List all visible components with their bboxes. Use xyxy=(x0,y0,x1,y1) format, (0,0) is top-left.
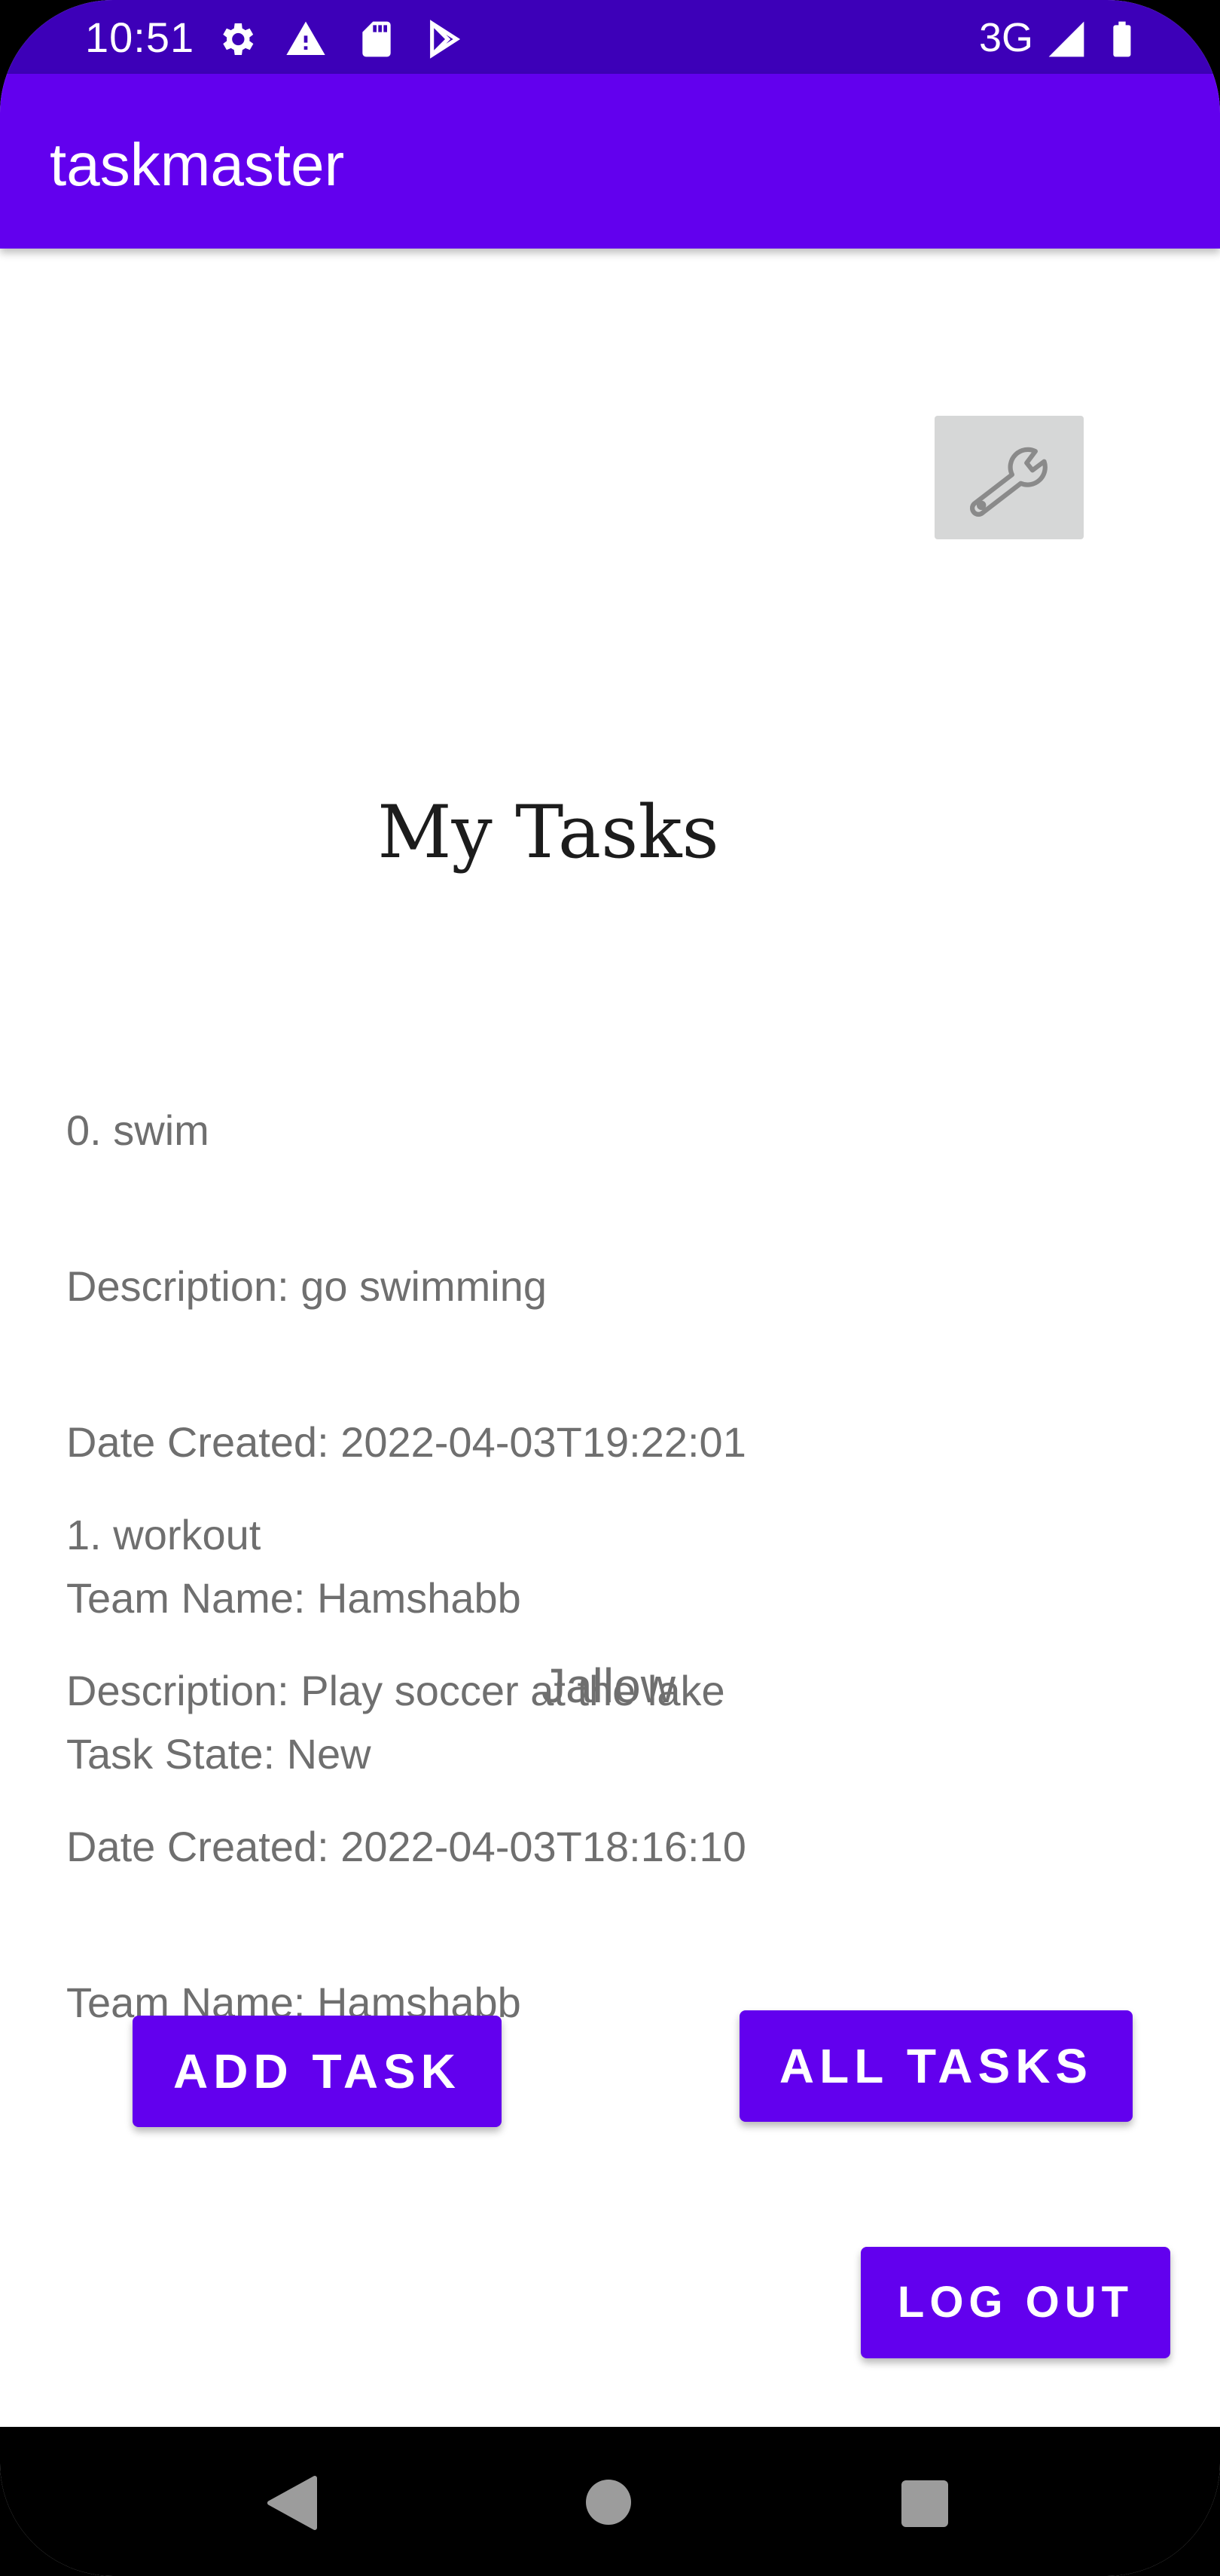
network-type: 3G xyxy=(979,15,1034,60)
settings-button[interactable] xyxy=(935,416,1084,539)
task-footer-text: Jallow xyxy=(541,1659,676,1713)
app-screen: 10:51 3G taskmaster My Tasks 0. swim Des… xyxy=(0,0,1220,2576)
add-task-button[interactable]: ADD TASK xyxy=(133,2016,502,2127)
task-date: Date Created: 2022-04-03T18:16:10 xyxy=(66,1823,746,1870)
task-title: 0. swim xyxy=(66,1106,209,1154)
back-icon[interactable] xyxy=(265,2475,318,2535)
battery-icon xyxy=(1101,18,1143,60)
app-title: taskmaster xyxy=(50,131,345,198)
sd-card-icon xyxy=(355,18,398,60)
settings-icon xyxy=(215,18,258,60)
status-bar: 10:51 3G xyxy=(0,0,1220,74)
app-bar: taskmaster xyxy=(0,74,1220,249)
home-icon[interactable] xyxy=(586,2480,631,2525)
signal-icon xyxy=(1045,18,1087,60)
play-store-icon xyxy=(423,18,465,60)
navigation-bar xyxy=(0,2427,1220,2576)
status-time: 10:51 xyxy=(85,14,195,61)
wrench-icon xyxy=(970,447,1048,517)
task-title: 1. workout xyxy=(66,1511,261,1558)
warning-icon xyxy=(285,18,327,60)
log-out-button[interactable]: LOG OUT xyxy=(861,2247,1170,2358)
page-title: My Tasks xyxy=(377,790,719,874)
recents-icon[interactable] xyxy=(901,2480,948,2527)
task-description: Description: go swimming xyxy=(66,1262,547,1310)
all-tasks-button[interactable]: ALL TASKS xyxy=(740,2010,1133,2122)
